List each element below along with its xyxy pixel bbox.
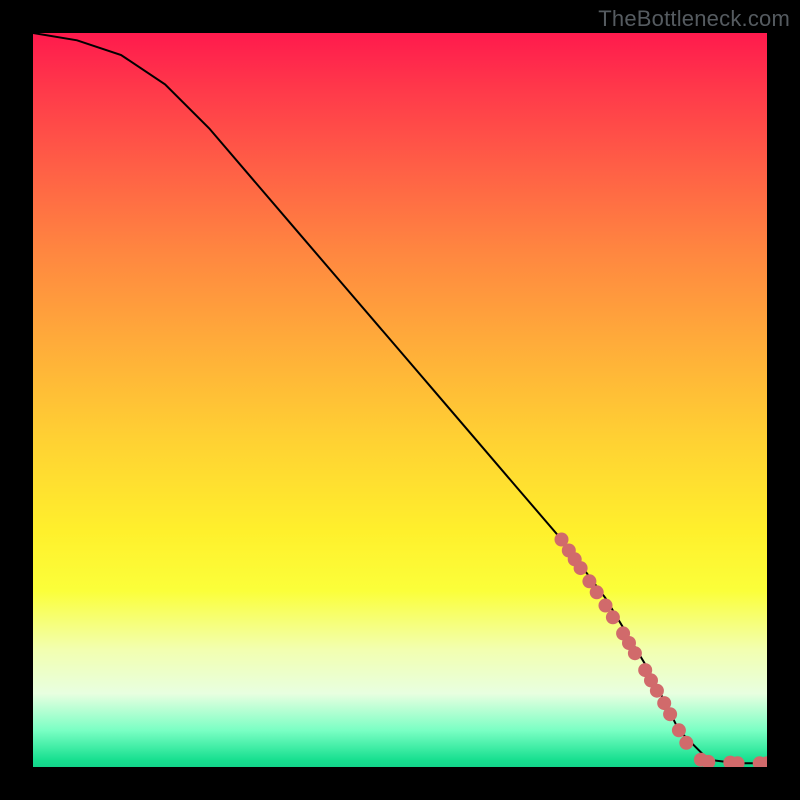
bottleneck-curve — [33, 33, 767, 763]
chart-frame: TheBottleneck.com — [0, 0, 800, 800]
data-marker — [628, 646, 642, 660]
data-marker — [672, 723, 686, 737]
watermark-text: TheBottleneck.com — [598, 6, 790, 32]
data-marker — [663, 707, 677, 721]
plot-area — [33, 33, 767, 767]
data-marker — [599, 599, 613, 613]
data-marker — [679, 736, 693, 750]
marker-points — [555, 533, 768, 768]
curve-line — [33, 33, 767, 763]
data-marker — [590, 585, 604, 599]
chart-svg — [33, 33, 767, 767]
data-marker — [650, 684, 664, 698]
data-marker — [574, 561, 588, 575]
data-marker — [606, 610, 620, 624]
